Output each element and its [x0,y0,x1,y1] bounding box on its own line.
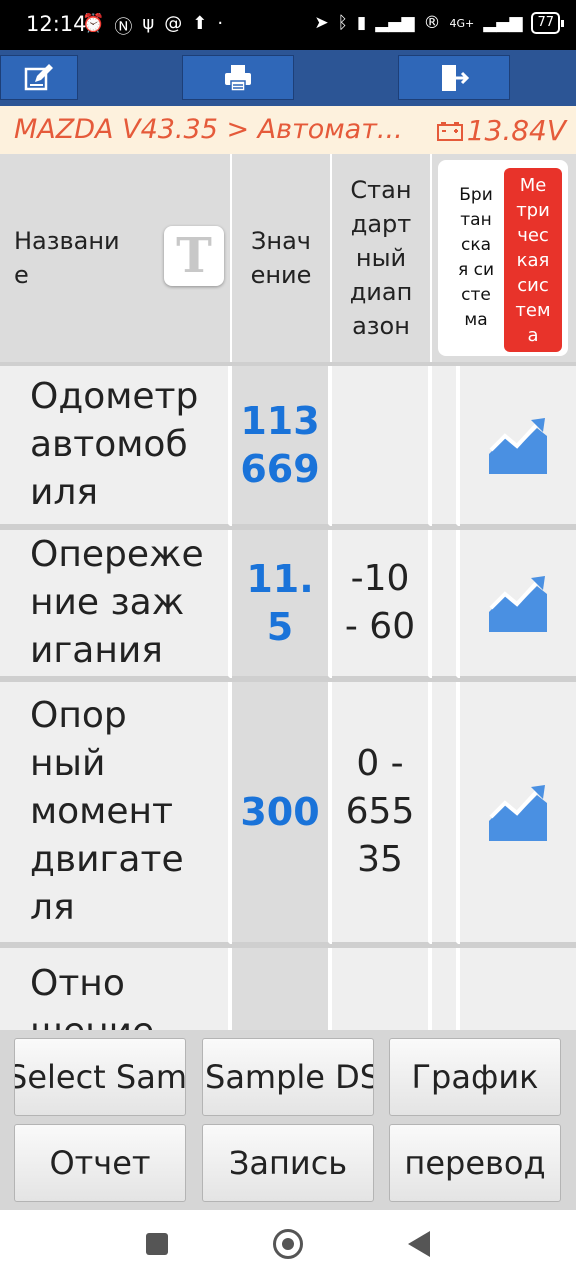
trend-chart-icon [489,576,547,632]
voltage-value: 13.84V [466,114,566,147]
report-button[interactable]: Отчет [14,1124,186,1202]
title-bar: MAZDA V43.35 > Автомат... 13.84V [0,106,576,154]
table-header: Названи е T Знач ение Стан дарт ный диап… [0,154,576,364]
trend-chart-icon [489,418,547,474]
row-range-odometer [332,366,430,526]
top-toolbar [0,50,576,106]
battery-icon: 77 [531,12,564,34]
row-range-ignition-advance: -10 - 60 [332,530,430,678]
system-nav-bar [0,1210,576,1280]
home-icon[interactable] [273,1229,303,1259]
signal-icon-2: ▂▄▆ [483,13,523,33]
record-button[interactable]: Запись [202,1124,374,1202]
print-button[interactable] [182,55,294,100]
graph-mode-button[interactable]: График [389,1038,561,1116]
network-type: 4G+ [449,16,475,30]
battery-voltage-icon [436,121,463,141]
text-size-button[interactable]: T [164,226,224,286]
row-name-engine-torque: Опор ный момент двигате ля [0,682,230,944]
voltage-indicator: 13.84V [436,114,566,147]
status-bar: 12:14 ⏰ Ⓝ ψ @ ⬆ · ➤ ᛒ ▮ ▂▄▆ ® 4G+ ▂▄▆ 77 [0,0,576,50]
edit-button[interactable] [0,55,78,100]
volte-icon: ▮ [356,13,367,33]
nfc-icon: Ⓝ [114,17,133,38]
trend-chart-icon [489,785,547,841]
sample-ds-button[interactable]: Sample DS [202,1038,374,1116]
graph-button[interactable] [460,366,576,526]
registered-icon: ® [423,13,441,33]
dot-icon: · [217,13,224,34]
status-time: 12:14 [26,12,87,36]
british-system-option[interactable]: Бри тан ска я си сте ма [446,168,506,348]
print-icon [225,64,251,92]
status-notification-icons: ⏰ Ⓝ ψ @ ⬆ · [82,13,223,39]
bluetooth-icon: ᛒ [337,13,348,33]
row-unit-ignition-advance [432,530,458,678]
status-system-icons: ➤ ᛒ ▮ ▂▄▆ ® 4G+ ▂▄▆ 77 [314,12,564,34]
data-stream-table: Названи е T Знач ение Стан дарт ный диап… [0,154,576,1030]
edit-icon [24,63,53,90]
graph-button[interactable] [460,948,576,1030]
back-icon[interactable] [408,1231,430,1257]
row-unit-engine-torque [432,682,458,944]
signal-icon: ▂▄▆ [375,13,415,33]
recents-icon[interactable] [146,1233,168,1255]
graph-button[interactable] [460,530,576,678]
row-value-ignition-advance: 11. 5 [232,530,330,678]
unit-toggle: Бри тан ска я си сте ма Ме три чес кая с… [438,160,568,356]
row-name-ignition-advance: Опереже ние заж игания [0,530,230,678]
row-unit-odometer [432,366,458,526]
alarm-icon: ⏰ [82,13,105,34]
usb-icon: ψ [142,13,155,34]
bottom-button-panel: Select Sample Sample DS График Отчет Зап… [0,1030,576,1210]
header-standard-range[interactable]: Стан дарт ный диап азон [332,154,432,364]
upload-icon: ⬆ [192,13,208,34]
row-value-odometer: 113 669 [232,366,330,526]
row-value-ratio [232,948,330,1030]
header-value[interactable]: Знач ение [232,154,332,364]
app-screen: 12:14 ⏰ Ⓝ ψ @ ⬆ · ➤ ᛒ ▮ ▂▄▆ ® 4G+ ▂▄▆ 77 [0,0,576,1280]
row-unit-ratio [432,948,458,1030]
row-name-odometer: Одометр автомоб иля [0,366,230,526]
row-value-engine-torque: 300 [232,682,330,944]
graph-button[interactable] [460,682,576,944]
select-sample-button[interactable]: Select Sample [14,1038,186,1116]
metric-system-option[interactable]: Ме три чес кая сис тем а [504,168,562,352]
row-range-engine-torque: 0 - 655 35 [332,682,430,944]
breadcrumb-title: MAZDA V43.35 > Автомат... [14,114,403,145]
location-icon: ➤ [314,13,329,33]
translate-button[interactable]: перевод [389,1124,561,1202]
threads-icon: @ [164,13,183,34]
row-name-ratio: Отно шение [0,948,230,1030]
exit-icon [442,64,470,91]
row-range-ratio [332,948,430,1030]
exit-button[interactable] [398,55,510,100]
